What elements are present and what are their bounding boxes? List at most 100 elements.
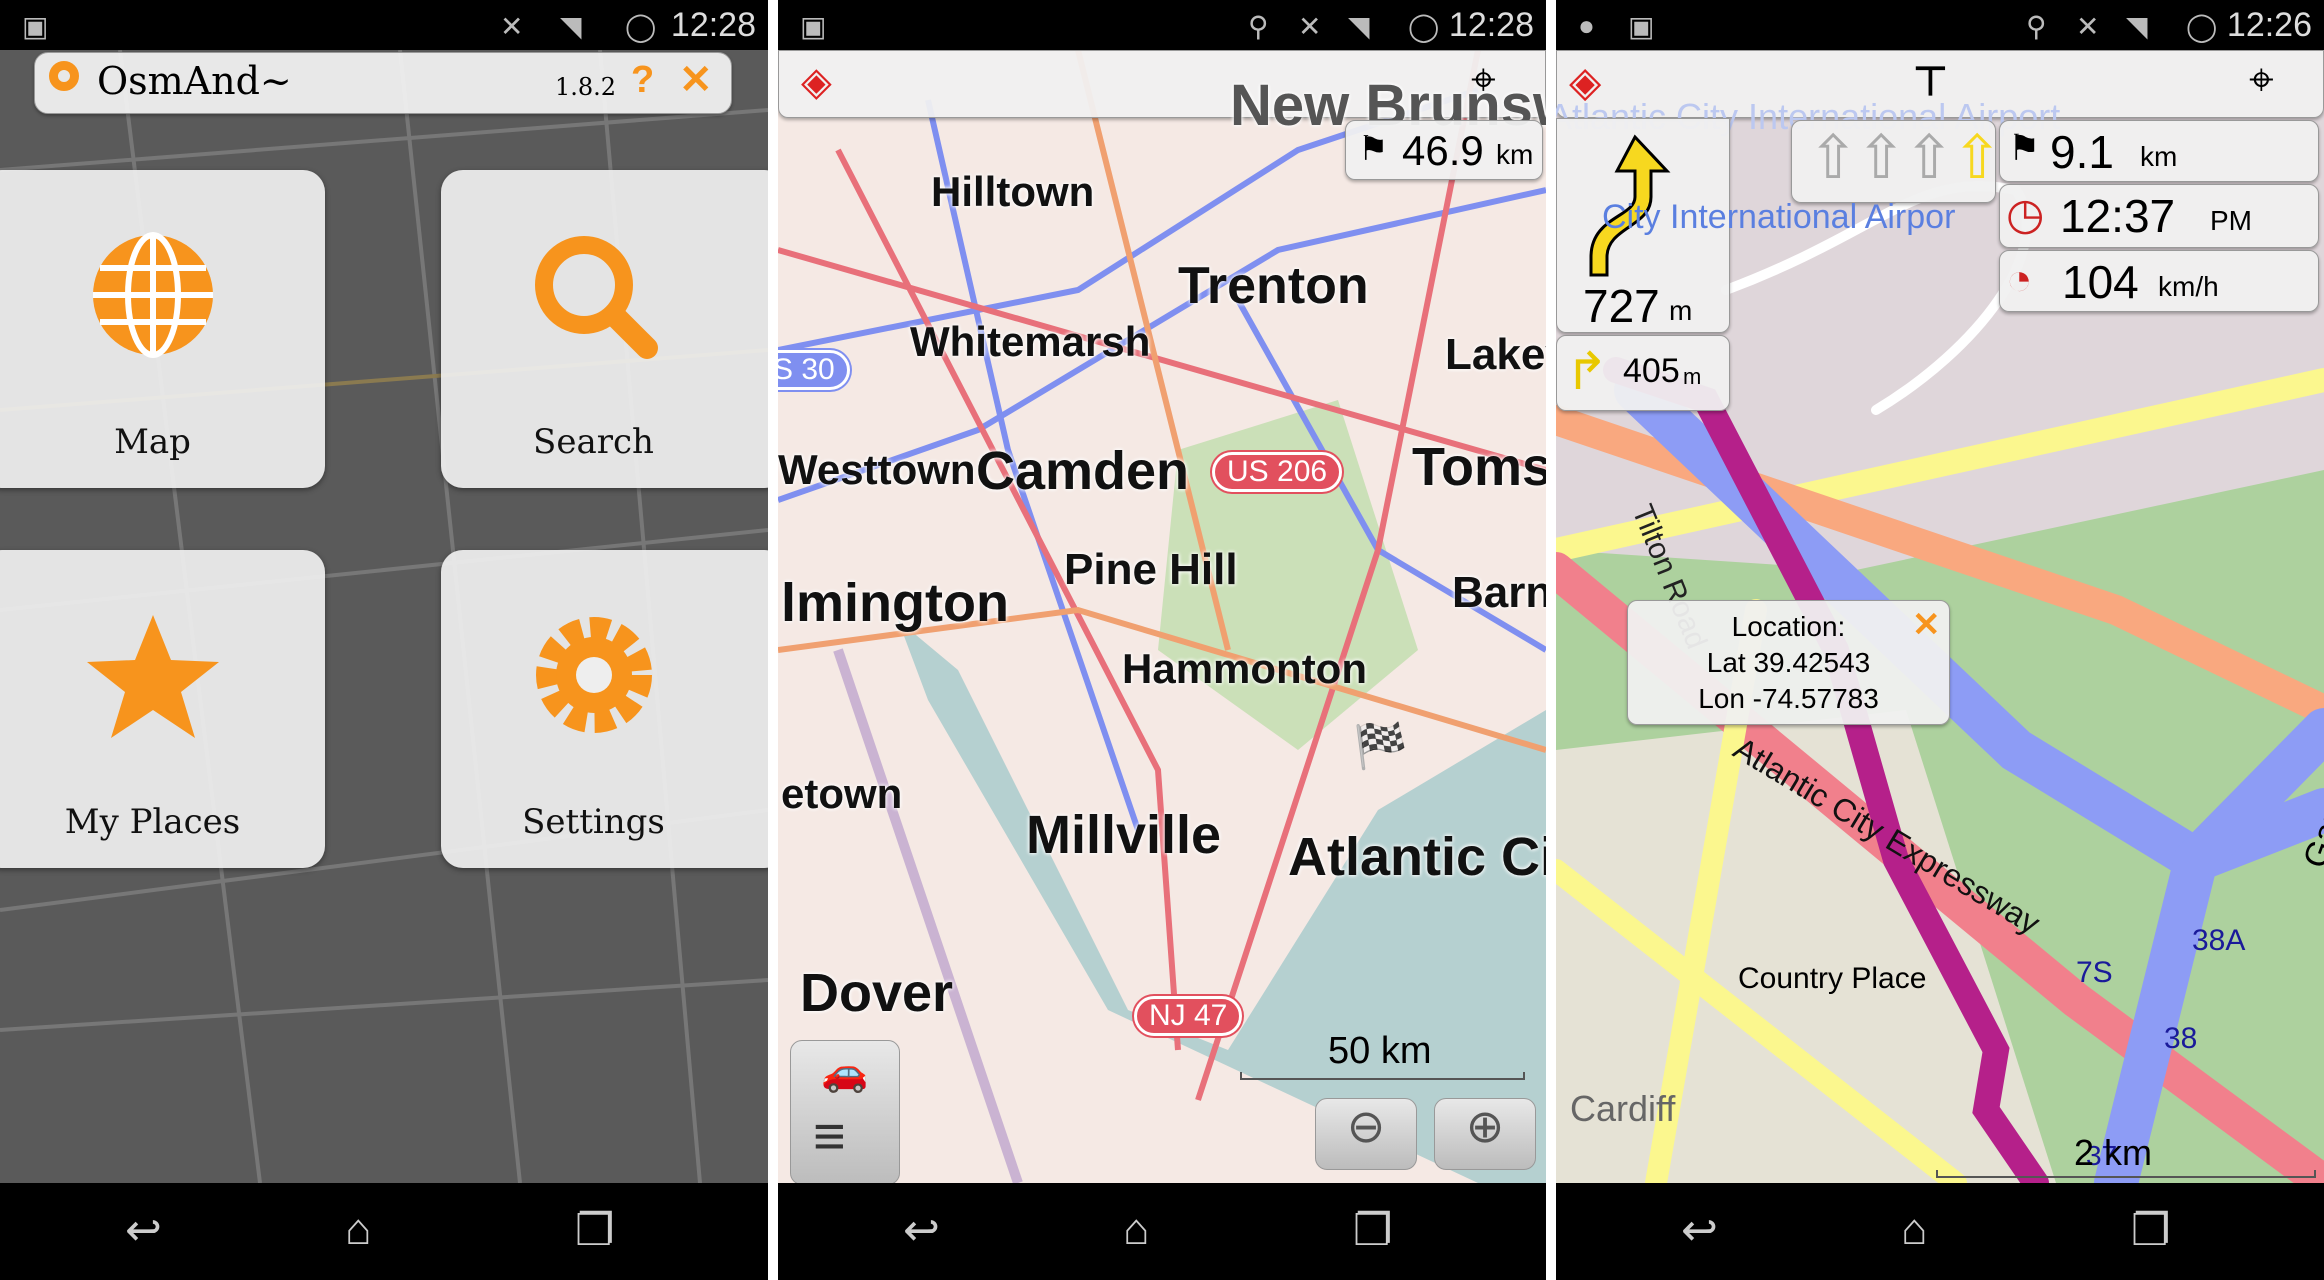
map-label: Millville: [1026, 805, 1222, 865]
then-turn-widget: ↱ 405 m: [1556, 335, 1730, 411]
battery-icon: ◯: [2186, 11, 2218, 42]
magnifier-icon: [534, 236, 658, 359]
menu-map-button[interactable]: Map: [0, 170, 325, 488]
place-label: Country Place: [1738, 962, 1927, 995]
zoom-in-icon: ⊕: [1465, 1100, 1505, 1152]
mute-icon: ✕: [1298, 11, 1322, 42]
version-label: 1.8.2: [555, 73, 617, 101]
osmand-notification-icon: ●: [1578, 10, 1595, 41]
map-label: etown: [781, 770, 903, 817]
remaining-distance-widget: ⚑ 9.1 km: [1999, 120, 2319, 182]
map-label: Toms: [1412, 437, 1546, 497]
menu-search-label: Search: [533, 422, 654, 462]
nav-bar: ↩ ⌂ ❐: [1556, 1183, 2324, 1280]
menu-my-places-button[interactable]: My Places: [0, 550, 325, 868]
recents-icon[interactable]: ❐: [575, 1205, 614, 1256]
back-icon[interactable]: ↩: [903, 1205, 940, 1256]
map-label: Barn: [1452, 568, 1546, 617]
navigation-screen: ● ▣ ⚲ ✕ ◥ ◯ 12:26 ◈ ⊤ ⌖ Atlantic City In…: [1556, 0, 2324, 1280]
lanes-widget: ⇧ ⇧ ⇧ ⇧: [1791, 120, 2002, 203]
hamburger-icon: ≡: [813, 1104, 846, 1167]
image-notification-icon: ▣: [1628, 11, 1655, 42]
map-label: Dover: [800, 963, 954, 1023]
mute-icon: ✕: [2076, 11, 2100, 42]
arrival-time-widget: ◷ 12:37 PM: [1999, 184, 2319, 248]
distance-unit: km: [1496, 139, 1534, 170]
finish-flag-icon: ⚑: [2008, 127, 2041, 168]
arrival-ampm: PM: [2210, 205, 2252, 236]
arrival-time: 12:37: [2060, 190, 2176, 242]
route-shield: US 206: [1212, 452, 1343, 492]
clock: 12:28: [670, 6, 756, 44]
status-bar: ▣ ⚲ ✕ ◥ ◯ 12:28: [778, 0, 1546, 50]
scale-bar: [1240, 1072, 1525, 1080]
lane-straight-icon: ⇧: [1808, 124, 1859, 191]
map-label: Westtown: [778, 446, 976, 493]
turn-distance: 727: [1583, 280, 1660, 332]
distance-value: 46.9: [1402, 127, 1484, 174]
map-label: Lakev: [1445, 330, 1546, 379]
back-icon[interactable]: ↩: [125, 1205, 162, 1256]
lane-straight-active-icon: ⇧: [1952, 124, 2003, 191]
speed-unit: km/h: [2158, 271, 2219, 302]
lane-straight-icon: ⇧: [1856, 124, 1907, 191]
route-map-screen: ▣ ⚲ ✕ ◥ ◯ 12:28 ◈ ⌖ New Brunsw ⚑ 46.9 km…: [778, 0, 1546, 1280]
menu-settings-label: Settings: [522, 802, 665, 842]
turn-right-arrow-icon: ↱: [1565, 343, 1609, 401]
home-icon[interactable]: ⌂: [1901, 1205, 1928, 1255]
main-menu-screen: ▣ ✕ ◥ ◯ 12:28 OsmAnd~ 1.8.2 ? ✕ Map Sear…: [0, 0, 768, 1280]
then-turn-distance: 405: [1623, 352, 1680, 390]
wifi-icon: ◥: [1348, 11, 1370, 42]
recents-icon[interactable]: ❐: [2131, 1205, 2170, 1256]
recents-icon[interactable]: ❐: [1353, 1205, 1392, 1256]
speed-value: 104: [2062, 256, 2139, 308]
destination-flag-icon: 🏁: [1353, 722, 1408, 771]
map-label: lmington: [781, 573, 1009, 633]
finish-flag-icon: ⚑: [1358, 130, 1389, 168]
home-icon[interactable]: ⌂: [345, 1205, 372, 1255]
mute-icon: ✕: [500, 11, 524, 42]
menu-my-places-label: My Places: [64, 802, 241, 842]
turn-distance-unit: m: [1669, 295, 1693, 326]
distance-widget: ⚑ 46.9 km: [1345, 120, 1543, 180]
scale-label: 50 km: [1328, 1030, 1432, 1072]
status-bar: ● ▣ ⚲ ✕ ◥ ◯ 12:26: [1556, 0, 2324, 50]
clock-icon: ◷: [2006, 190, 2045, 239]
help-icon[interactable]: ?: [631, 59, 654, 102]
map-label: Atlantic Ci: [1288, 827, 1546, 887]
location-icon: ⚲: [1248, 11, 1269, 42]
town-label: Cardiff: [1570, 1088, 1676, 1129]
airport-label: City International Airpor: [1602, 198, 1956, 236]
map-label: Hammonton: [1122, 645, 1367, 692]
menu-settings-button[interactable]: Settings: [441, 550, 768, 868]
popup-title: Location:: [1731, 611, 1846, 642]
battery-icon: ◯: [1408, 11, 1440, 42]
popup-lat: Lat 39.42543: [1706, 647, 1871, 678]
osmand-logo-icon: [49, 61, 79, 91]
zoom-in-button[interactable]: ⊕: [1434, 1098, 1536, 1170]
close-icon[interactable]: ✕: [1912, 607, 1941, 643]
back-icon[interactable]: ↩: [1681, 1205, 1718, 1256]
my-location-icon[interactable]: ⌖: [2249, 55, 2274, 105]
remaining-distance: 9.1: [2050, 126, 2114, 178]
map-label: Whitemarsh: [910, 318, 1151, 365]
close-icon[interactable]: ✕: [679, 57, 713, 103]
image-notification-icon: ▣: [22, 11, 49, 42]
zoom-out-button[interactable]: ⊖: [1315, 1098, 1417, 1170]
app-name: OsmAnd~: [97, 59, 292, 103]
clock: 12:26: [2226, 6, 2312, 44]
menu-button[interactable]: 🚗 ≡: [790, 1040, 900, 1185]
battery-icon: ◯: [625, 11, 657, 42]
location-popup[interactable]: Location: Lat 39.42543 Lon -74.57783 ✕: [1627, 600, 1950, 725]
nav-bar: ↩ ⌂ ❐: [0, 1183, 768, 1280]
compass-icon[interactable]: ◈: [801, 59, 832, 105]
home-icon[interactable]: ⌂: [1123, 1205, 1150, 1255]
menu-search-button[interactable]: Search: [441, 170, 768, 488]
map-label: Camden: [976, 441, 1190, 501]
then-turn-unit: m: [1683, 364, 1702, 389]
globe-icon: [92, 232, 213, 358]
gear-icon: [535, 617, 652, 733]
wifi-icon: ◥: [560, 11, 582, 42]
route-shield: S 30: [778, 350, 850, 390]
map-label: Trenton: [1178, 257, 1369, 315]
